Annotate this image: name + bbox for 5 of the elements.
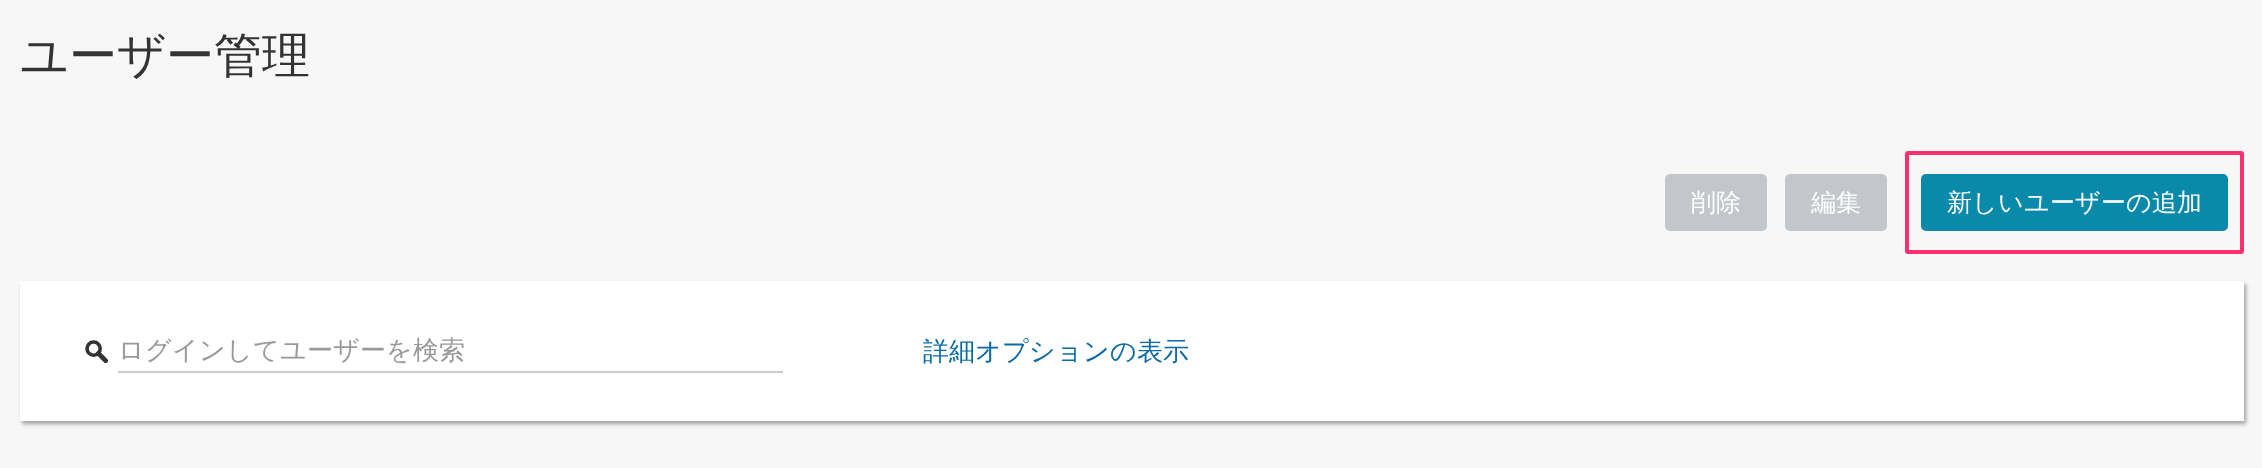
search-icon — [84, 339, 108, 363]
advanced-options-link[interactable]: 詳細オプションの表示 — [923, 333, 1189, 369]
page-title: ユーザー管理 — [20, 26, 311, 85]
search-field[interactable]: ログインしてユーザーを検索 — [118, 329, 783, 373]
add-user-button[interactable]: 新しいユーザーの追加 — [1921, 174, 2228, 231]
